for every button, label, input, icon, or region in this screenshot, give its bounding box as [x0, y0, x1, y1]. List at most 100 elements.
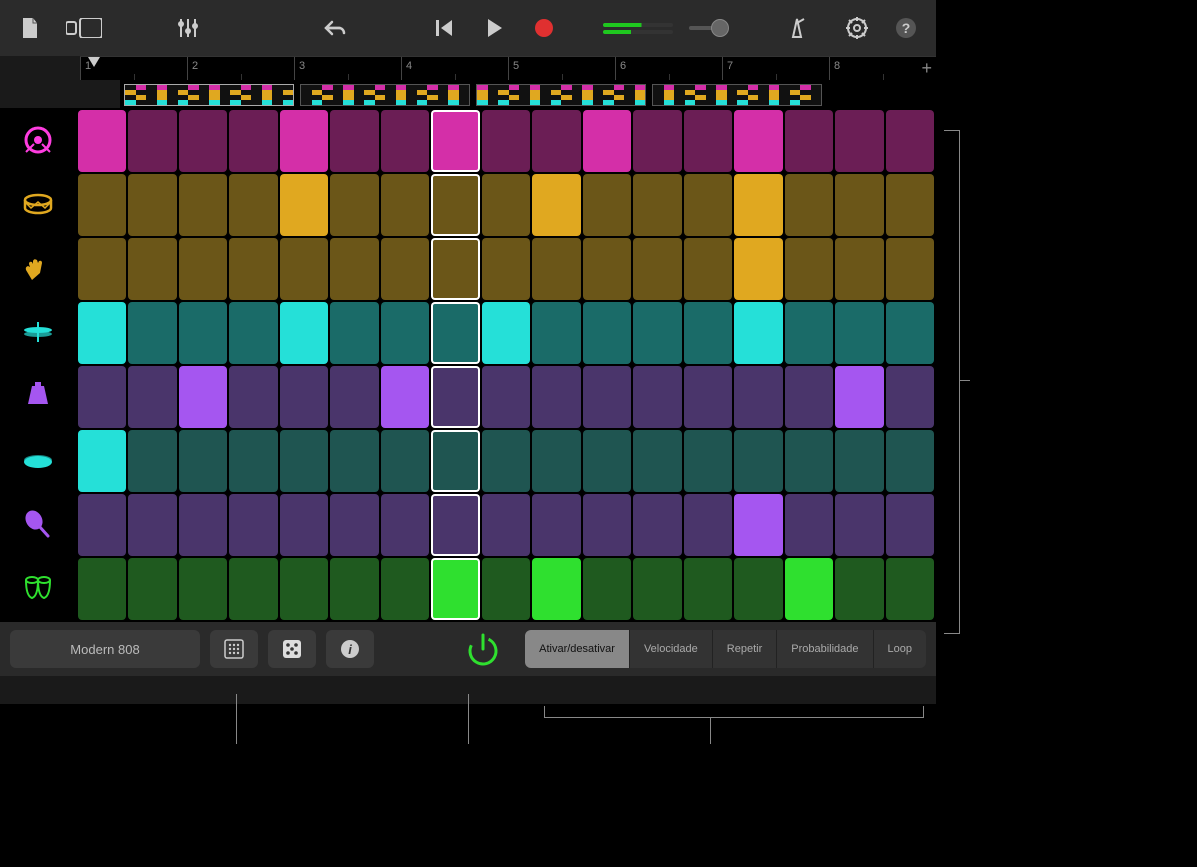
step-cell[interactable]	[482, 174, 530, 236]
step-cell[interactable]	[280, 430, 328, 492]
step-cell[interactable]	[583, 494, 631, 556]
step-cell[interactable]	[734, 494, 782, 556]
step-cell[interactable]	[482, 366, 530, 428]
step-cell[interactable]	[381, 430, 429, 492]
step-cell[interactable]	[583, 174, 631, 236]
step-cell[interactable]	[532, 558, 580, 620]
step-cell[interactable]	[128, 558, 176, 620]
step-cell[interactable]	[431, 110, 479, 172]
step-cell[interactable]	[128, 238, 176, 300]
step-cell[interactable]	[330, 430, 378, 492]
step-cell[interactable]	[684, 430, 732, 492]
step-cell[interactable]	[381, 366, 429, 428]
instrument-hihat-icon[interactable]	[0, 300, 76, 364]
step-cell[interactable]	[280, 302, 328, 364]
step-cell[interactable]	[684, 238, 732, 300]
help-icon[interactable]: ?	[887, 8, 926, 48]
instrument-clap-icon[interactable]	[0, 236, 76, 300]
step-cell[interactable]	[330, 302, 378, 364]
step-cell[interactable]	[431, 430, 479, 492]
step-cell[interactable]	[128, 174, 176, 236]
step-cell[interactable]	[734, 430, 782, 492]
overview-pattern[interactable]	[124, 84, 294, 106]
step-cell[interactable]	[381, 494, 429, 556]
step-cell[interactable]	[128, 302, 176, 364]
record-icon[interactable]	[524, 8, 563, 48]
pattern-overview[interactable]	[120, 80, 936, 108]
step-cell[interactable]	[633, 174, 681, 236]
step-cell[interactable]	[583, 302, 631, 364]
step-cell[interactable]	[280, 238, 328, 300]
step-cell[interactable]	[583, 430, 631, 492]
step-cell[interactable]	[583, 110, 631, 172]
instrument-snare-icon[interactable]	[0, 172, 76, 236]
step-cell[interactable]	[886, 366, 934, 428]
step-cell[interactable]	[684, 558, 732, 620]
step-cell[interactable]	[633, 110, 681, 172]
step-cell[interactable]	[734, 174, 782, 236]
step-cell[interactable]	[532, 366, 580, 428]
preset-selector[interactable]: Modern 808	[10, 630, 200, 668]
step-cell[interactable]	[785, 558, 833, 620]
step-cell[interactable]	[179, 238, 227, 300]
step-cell[interactable]	[835, 110, 883, 172]
step-cell[interactable]	[381, 238, 429, 300]
instrument-cowbell-icon[interactable]	[0, 364, 76, 428]
step-cell[interactable]	[78, 110, 126, 172]
step-cell[interactable]	[532, 302, 580, 364]
randomize-icon[interactable]	[268, 630, 316, 668]
step-cell[interactable]	[835, 238, 883, 300]
go-to-start-icon[interactable]	[425, 8, 464, 48]
step-cell[interactable]	[835, 366, 883, 428]
step-cell[interactable]	[330, 174, 378, 236]
settings-icon[interactable]	[837, 8, 876, 48]
power-button[interactable]	[461, 627, 505, 671]
mode-tab-loop[interactable]: Loop	[874, 630, 926, 668]
step-cell[interactable]	[886, 238, 934, 300]
step-cell[interactable]	[431, 494, 479, 556]
step-cell[interactable]	[482, 238, 530, 300]
document-icon[interactable]	[10, 8, 49, 48]
step-cell[interactable]	[532, 238, 580, 300]
undo-icon[interactable]	[317, 8, 356, 48]
step-cell[interactable]	[583, 558, 631, 620]
step-cell[interactable]	[179, 494, 227, 556]
step-cell[interactable]	[229, 494, 277, 556]
step-cell[interactable]	[886, 494, 934, 556]
step-cell[interactable]	[381, 302, 429, 364]
step-cell[interactable]	[280, 366, 328, 428]
instrument-shaker-icon[interactable]	[0, 492, 76, 556]
mode-tab-repetir[interactable]: Repetir	[713, 630, 777, 668]
step-cell[interactable]	[633, 558, 681, 620]
step-cell[interactable]	[280, 110, 328, 172]
step-cell[interactable]	[835, 430, 883, 492]
instrument-conga-icon[interactable]	[0, 556, 76, 620]
step-cell[interactable]	[734, 302, 782, 364]
play-icon[interactable]	[475, 8, 514, 48]
step-cell[interactable]	[128, 110, 176, 172]
step-cell[interactable]	[785, 366, 833, 428]
step-cell[interactable]	[835, 174, 883, 236]
step-cell[interactable]	[229, 366, 277, 428]
step-cell[interactable]	[785, 110, 833, 172]
step-cell[interactable]	[179, 302, 227, 364]
step-cell[interactable]	[381, 110, 429, 172]
step-cell[interactable]	[229, 110, 277, 172]
step-cell[interactable]	[886, 302, 934, 364]
step-cell[interactable]	[179, 366, 227, 428]
step-cell[interactable]	[482, 110, 530, 172]
mixer-icon[interactable]	[168, 8, 207, 48]
step-cell[interactable]	[532, 494, 580, 556]
step-cell[interactable]	[179, 430, 227, 492]
instrument-perc-icon[interactable]	[0, 428, 76, 492]
step-cell[interactable]	[835, 558, 883, 620]
step-cell[interactable]	[482, 302, 530, 364]
mode-tab-ativar-desativar[interactable]: Ativar/desativar	[525, 630, 630, 668]
step-cell[interactable]	[886, 430, 934, 492]
add-track-icon[interactable]: +	[921, 58, 932, 79]
mode-tab-velocidade[interactable]: Velocidade	[630, 630, 713, 668]
step-cell[interactable]	[633, 430, 681, 492]
step-cell[interactable]	[280, 174, 328, 236]
step-cell[interactable]	[633, 494, 681, 556]
info-icon[interactable]: i	[326, 630, 374, 668]
